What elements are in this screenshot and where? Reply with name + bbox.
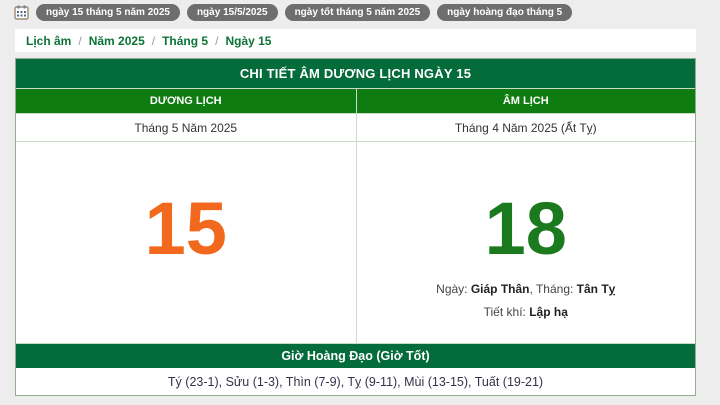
hoang-dao-hours: Tý (23-1), Sửu (1-3), Thìn (7-9), Tỵ (9-…	[167, 374, 544, 389]
calendar-columns: DƯƠNG LỊCH Tháng 5 Năm 2025 15 ÂM LỊCH T…	[16, 89, 695, 343]
thang-canchi: Tân Tỵ	[576, 282, 616, 296]
tag-ngay-hoang-dao[interactable]: ngày hoàng đạo tháng 5	[437, 3, 573, 21]
solar-column: DƯƠNG LỊCH Tháng 5 Năm 2025 15	[16, 89, 356, 343]
breadcrumb-separator: /	[215, 33, 219, 48]
breadcrumb-thang-5[interactable]: Tháng 5	[162, 34, 208, 48]
ngay-label: Ngày:	[436, 282, 471, 296]
tag-ngay-tot[interactable]: ngày tốt tháng 5 năm 2025	[284, 3, 431, 21]
breadcrumb-separator: /	[78, 33, 82, 48]
breadcrumb-lich-am[interactable]: Lịch âm	[26, 34, 71, 48]
canchi-line: Ngày: Giáp Thân, Tháng: Tân Tỵ	[436, 282, 615, 296]
page: ngày 15 tháng 5 năm 2025 ngày 15/5/2025 …	[0, 0, 720, 405]
solar-month: Tháng 5 Năm 2025	[16, 114, 356, 142]
calendar-icon	[14, 5, 29, 20]
breadcrumb-separator: /	[151, 33, 156, 48]
lunar-day-number: 18	[484, 187, 567, 270]
lunar-month: Tháng 4 Năm 2025 (Ất Tỵ)	[356, 114, 695, 142]
hoang-dao-title: Giờ Hoàng Đạo (Giờ Tốt)	[16, 343, 695, 368]
lunar-header: ÂM LỊCH	[356, 89, 695, 114]
solar-header: DƯƠNG LỊCH	[16, 89, 356, 114]
tietkhi-value: Lập hạ	[529, 305, 568, 319]
breadcrumb: Lịch âm / Năm 2025 / Tháng 5 / Ngày 15	[15, 29, 696, 52]
thang-label: Tháng:	[535, 282, 577, 296]
solar-body: 15	[16, 142, 356, 343]
tag-ngay-15-thang-5[interactable]: ngày 15 tháng 5 năm 2025	[36, 3, 180, 21]
ngay-canchi: Giáp Thân	[470, 282, 530, 296]
tietkhi-line: Tiết khí: Lập hạ	[484, 305, 568, 319]
lunar-body: 18 Ngày: Giáp Thân, Tháng: Tân Tỵ Tiết k…	[357, 142, 696, 343]
solar-day-number: 15	[144, 187, 227, 270]
breadcrumb-nam-2025[interactable]: Năm 2025	[89, 34, 145, 48]
breadcrumb-ngay-15[interactable]: Ngày 15	[225, 34, 271, 48]
tag-bar: ngày 15 tháng 5 năm 2025 ngày 15/5/2025 …	[14, 2, 720, 22]
lunar-column: ÂM LỊCH Tháng 4 Năm 2025 (Ất Tỵ) 18 Ngày…	[355, 89, 696, 343]
panel-title: CHI TIẾT ÂM DƯƠNG LỊCH NGÀY 15	[16, 59, 695, 89]
tietkhi-label: Tiết khí:	[483, 305, 530, 319]
tag-ngay-15-5-2025[interactable]: ngày 15/5/2025	[186, 3, 278, 21]
calendar-detail-panel: CHI TIẾT ÂM DƯƠNG LỊCH NGÀY 15 DƯƠNG LỊC…	[15, 58, 696, 396]
